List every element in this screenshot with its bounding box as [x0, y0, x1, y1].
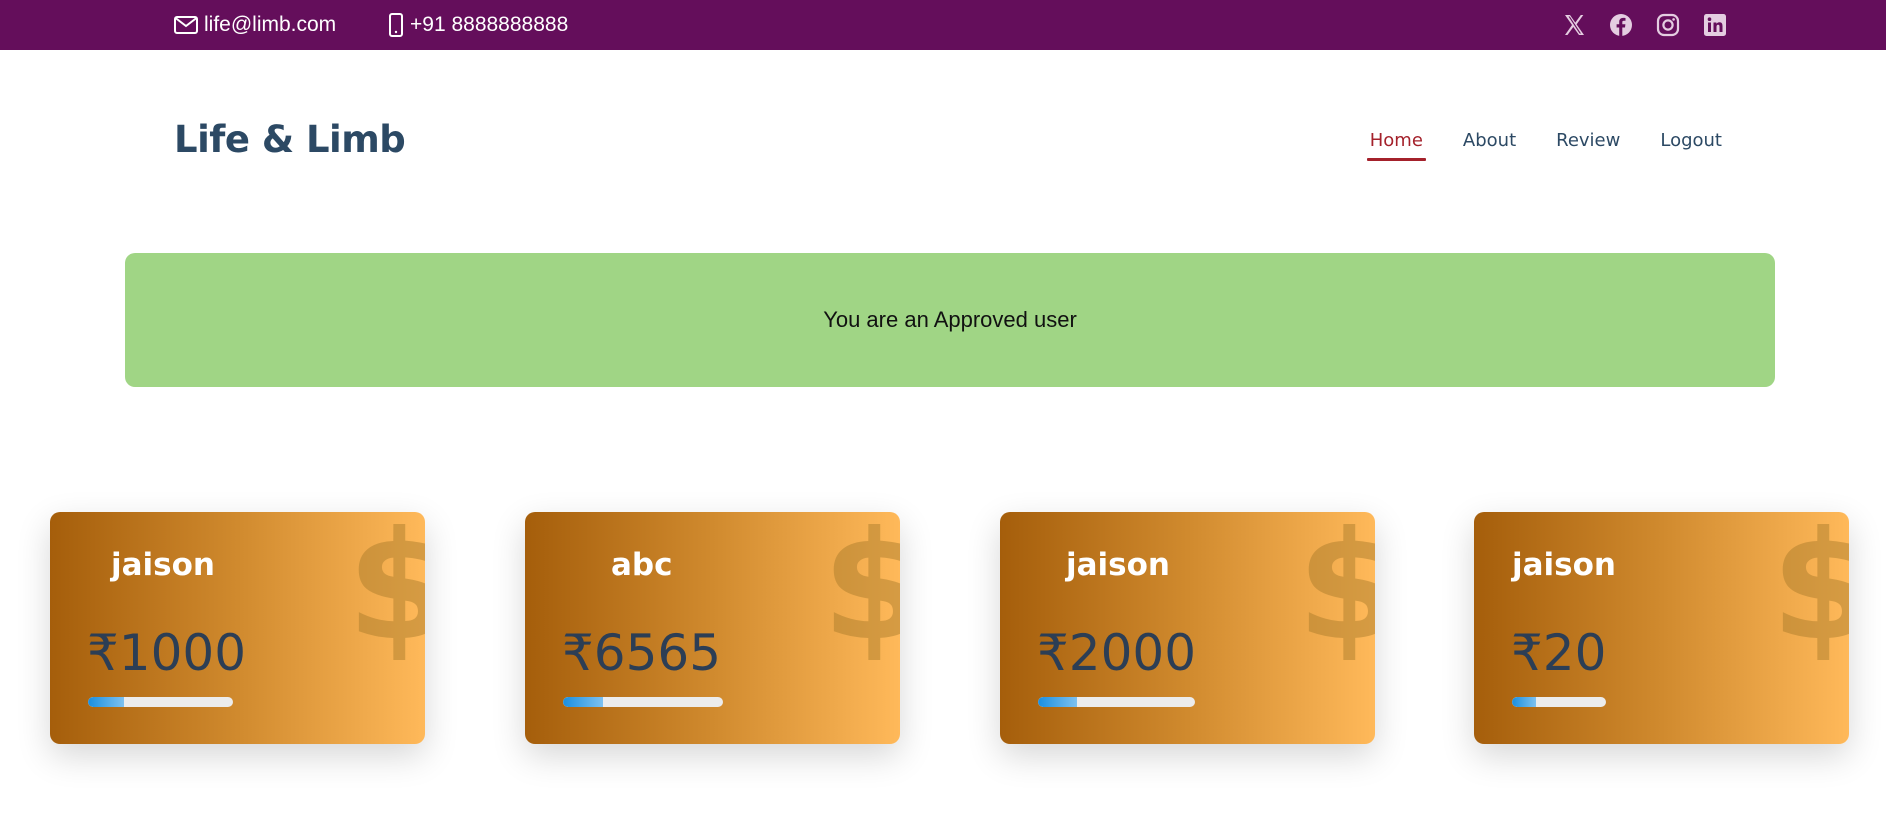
card-name: jaison — [1066, 547, 1170, 583]
dollar-icon: $ — [347, 512, 425, 674]
top-bar: life@limb.com +91 8888888888 — [0, 0, 1886, 50]
approval-alert: You are an Approved user — [125, 253, 1775, 387]
donation-card[interactable]: abc ₹6565 $ — [525, 512, 900, 744]
card-amount: ₹1000 — [87, 624, 247, 682]
main-nav: Home About Review Logout — [1330, 130, 1722, 161]
contact-phone[interactable]: +91 8888888888 — [388, 0, 568, 50]
envelope-icon — [174, 16, 198, 34]
card-amount: ₹20 — [1511, 624, 1607, 682]
facebook-icon[interactable] — [1608, 12, 1634, 38]
card-progress-fill — [1512, 697, 1536, 707]
card-name: jaison — [1512, 547, 1616, 583]
card-progress-bar — [1512, 697, 1606, 707]
card-name: jaison — [111, 547, 215, 583]
instagram-icon[interactable] — [1655, 12, 1681, 38]
email-text: life@limb.com — [204, 13, 337, 36]
card-name: abc — [611, 547, 673, 583]
nav-about[interactable]: About — [1463, 130, 1516, 161]
nav-home[interactable]: Home — [1366, 130, 1427, 161]
card-amount: ₹6565 — [562, 624, 722, 682]
card-progress-fill — [1038, 697, 1078, 707]
phone-icon — [388, 13, 404, 37]
social-links — [1540, 0, 1728, 50]
nav-logout[interactable]: Logout — [1660, 130, 1722, 161]
card-progress-fill — [563, 697, 603, 707]
dollar-icon: $ — [822, 512, 900, 674]
x-twitter-icon[interactable] — [1561, 12, 1587, 38]
donation-card[interactable]: jaison ₹20 $ — [1474, 512, 1849, 744]
dollar-icon: $ — [1771, 512, 1849, 674]
nav-review[interactable]: Review — [1556, 130, 1620, 161]
card-progress-bar — [88, 697, 233, 707]
donation-card[interactable]: jaison ₹2000 $ — [1000, 512, 1375, 744]
donation-card[interactable]: jaison ₹1000 $ — [50, 512, 425, 744]
alert-message: You are an Approved user — [823, 307, 1077, 332]
dollar-icon: $ — [1297, 512, 1375, 674]
card-amount: ₹2000 — [1037, 624, 1197, 682]
phone-text: +91 8888888888 — [410, 13, 569, 36]
card-progress-bar — [563, 697, 723, 707]
card-progress-fill — [88, 697, 125, 707]
card-progress-bar — [1038, 697, 1195, 707]
site-logo[interactable]: Life & Limb — [174, 118, 406, 161]
linkedin-icon[interactable] — [1702, 12, 1728, 38]
contact-email[interactable]: life@limb.com — [174, 0, 336, 50]
